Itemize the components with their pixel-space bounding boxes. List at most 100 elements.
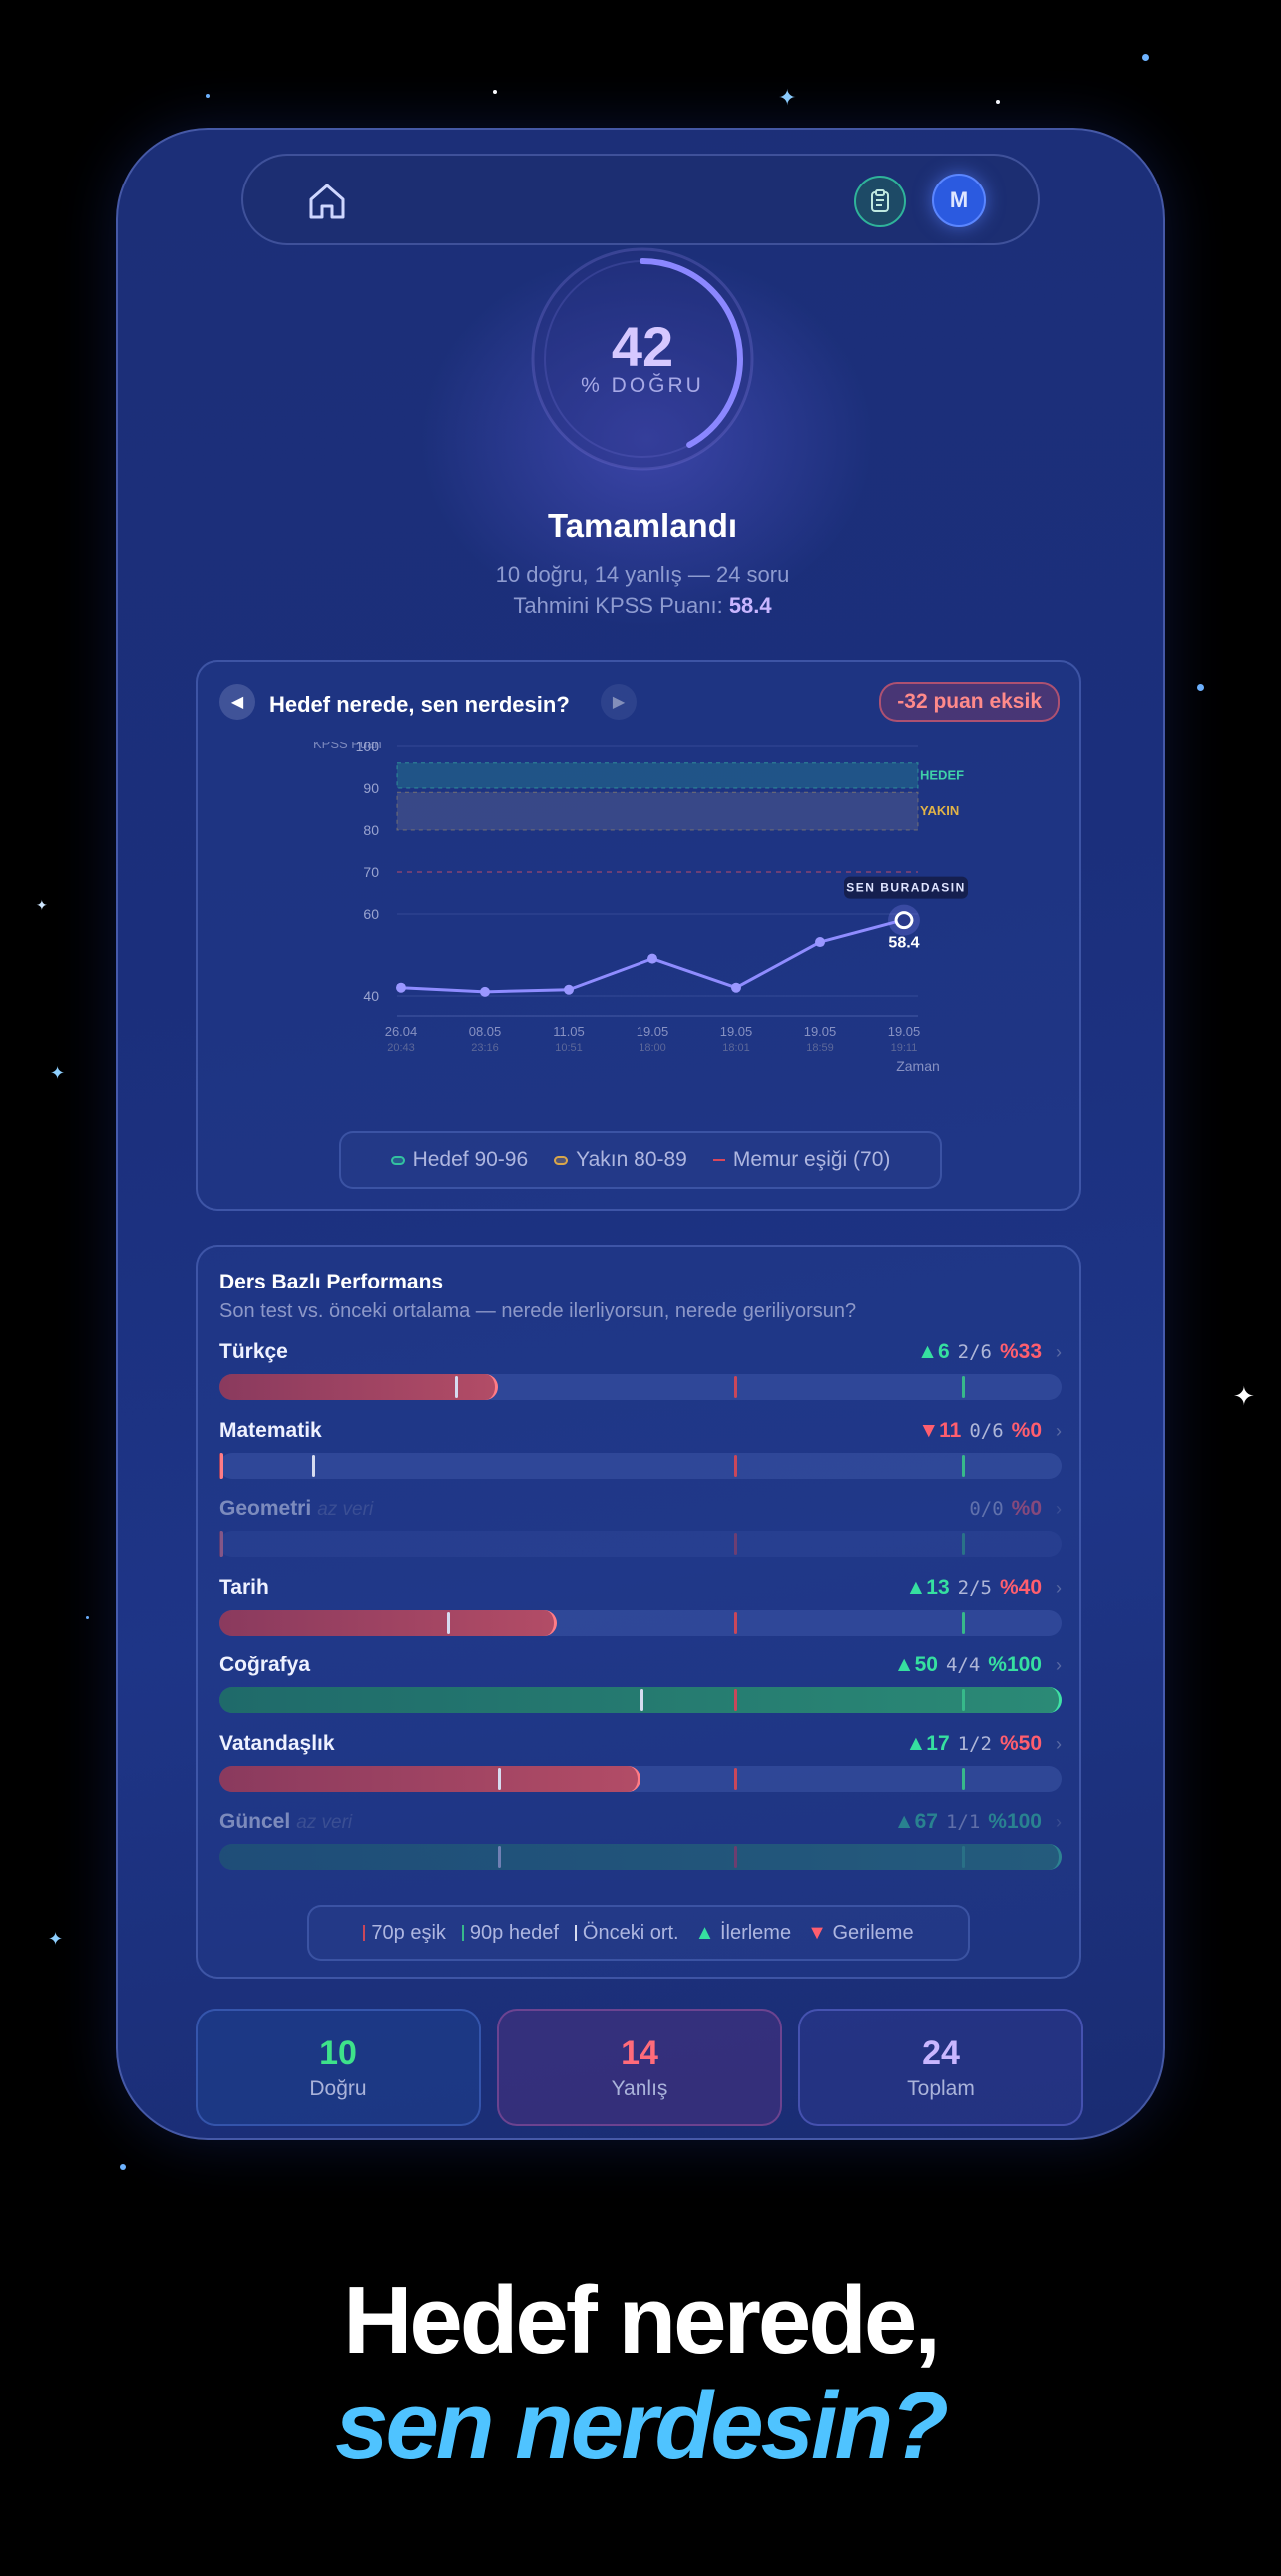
avatar[interactable]: M (932, 174, 986, 227)
subject-stats: ▲67 1/1 %100 › (894, 1810, 1062, 1834)
home-icon[interactable] (303, 178, 351, 225)
subject-progress-fill (219, 1609, 557, 1636)
legend-target-swatch (390, 1155, 405, 1165)
subject-delta: ▲17 (905, 1731, 950, 1755)
status-title: Tamamlandı (547, 507, 738, 544)
x-tick-date: 19.05 (888, 1024, 921, 1039)
y-tick-label: 70 (363, 864, 379, 880)
y-tick-label: 100 (356, 742, 380, 754)
subject-ratio: 0/6 (969, 1419, 1004, 1442)
y-tick-label: 80 (363, 822, 379, 838)
chevron-right-icon: › (1056, 1342, 1062, 1362)
x-tick-date: 08.05 (469, 1024, 502, 1039)
hero-headline: Hedef nerede, (343, 2267, 941, 2374)
subject-row[interactable]: Geometri az veri 0/0 %0 › (219, 1497, 1062, 1567)
low-data-label: az veri (317, 1499, 374, 1520)
subject-name-text: Tarih (219, 1575, 269, 1599)
data-point (647, 953, 657, 964)
score-label: % DOĞRU (581, 374, 704, 397)
subject-stats: ▲50 4/4 %100 › (894, 1654, 1062, 1677)
goal-card-title: Hedef nerede, sen nerdesin? (269, 692, 570, 717)
subject-performance-card: Ders Bazlı Performans Son test vs. öncek… (196, 1245, 1081, 1979)
star: ✦ (778, 86, 797, 111)
legend-near-swatch (554, 1155, 569, 1165)
chevron-right-icon: › (1056, 1733, 1062, 1754)
star (206, 94, 210, 98)
star (996, 100, 1000, 104)
score-value: 42 (611, 315, 674, 378)
clipboard-icon[interactable] (854, 176, 906, 227)
subject-delta: ▼11 (918, 1418, 962, 1442)
target-tick (962, 1454, 965, 1477)
subject-ratio: 4/4 (945, 1655, 981, 1676)
y-tick-label: 60 (363, 906, 379, 921)
target-tick (962, 1611, 965, 1634)
subject-name: Matematik (219, 1419, 322, 1443)
target-tick (962, 1689, 965, 1711)
goal-chart-card: ◀ Hedef nerede, sen nerdesin? ▶ -32 puan… (196, 660, 1081, 1211)
star: ✦ (48, 1929, 64, 1950)
subject-row[interactable]: Türkçe ▲6 2/6 %33 › (219, 1340, 1062, 1410)
subject-row[interactable]: Matematik ▼11 0/6 %0 › (219, 1419, 1062, 1489)
x-tick-time: 18:00 (639, 1042, 666, 1054)
legend-target: Hedef 90-96 (390, 1148, 528, 1172)
star: ✦ (36, 898, 48, 914)
subject-name-text: Güncel (219, 1810, 291, 1833)
subject-name: Coğrafya (219, 1654, 310, 1677)
star: ✦ (1233, 1382, 1255, 1412)
target-mark (461, 1925, 464, 1942)
x-tick-date: 11.05 (553, 1024, 585, 1039)
subject-ratio: 2/5 (957, 1576, 992, 1599)
subject-progress-track (219, 1531, 1062, 1557)
subject-name-text: Vatandaşlık (219, 1731, 335, 1755)
subject-percent: %0 (1011, 1418, 1042, 1442)
next-arrow-icon[interactable]: ▶ (601, 684, 637, 720)
x-tick-time: 20:43 (387, 1042, 415, 1054)
subject-progress-fill (219, 1844, 1062, 1870)
subject-percent: %33 (999, 1340, 1042, 1363)
star (1142, 54, 1149, 61)
performance-legend: 70p eşik 90p hedef Önceki ort. ▲ İlerlem… (307, 1905, 970, 1961)
subject-delta: ▲6 (917, 1340, 950, 1363)
target-band-label: HEDEF (920, 767, 964, 782)
threshold-tick (734, 1533, 737, 1555)
subject-name: Geometri az veri (219, 1497, 373, 1521)
hero-headline-accent: sen nerdesin? (335, 2373, 949, 2479)
total-label: Toplam (907, 2077, 975, 2100)
previous-average-tick (311, 1454, 315, 1477)
chevron-right-icon: › (1056, 1656, 1062, 1675)
legend-target-text: 90p hedef (469, 1921, 559, 1944)
x-tick-time: 18:59 (806, 1042, 834, 1054)
subject-percent: %100 (988, 1810, 1042, 1833)
previous-average-tick (455, 1376, 459, 1398)
legend-prev-item: Önceki ort. (574, 1922, 679, 1945)
subject-stats: ▼11 0/6 %0 › (918, 1419, 1062, 1443)
subject-row[interactable]: Coğrafya ▲50 4/4 %100 › (219, 1654, 1062, 1723)
threshold-mark (363, 1925, 366, 1942)
wrong-label: Yanlış (611, 2077, 668, 2100)
previous-average-tick (497, 1846, 501, 1868)
x-tick-date: 26.04 (385, 1024, 418, 1039)
prev-arrow-icon[interactable]: ◀ (219, 684, 255, 720)
subject-progress-track (219, 1609, 1062, 1636)
subject-name-text: Matematik (219, 1418, 322, 1442)
correct-count: 10 (319, 2034, 357, 2072)
subject-name: Türkçe (219, 1340, 288, 1364)
star (493, 90, 497, 94)
app-frame: M 42 % DOĞRU Tamamlandı 10 doğru, 14 yan… (116, 128, 1165, 2140)
x-tick-date: 19.05 (637, 1024, 669, 1039)
subject-row[interactable]: Tarih ▲13 2/5 %40 › (219, 1576, 1062, 1646)
subject-name-text: Coğrafya (219, 1654, 311, 1676)
missing-points-badge: -32 puan eksik (879, 682, 1060, 722)
subject-name-text: Türkçe (219, 1340, 288, 1363)
performance-subtitle: Son test vs. önceki ortalama — nerede il… (219, 1300, 857, 1322)
subject-row[interactable]: Güncel az veri ▲67 1/1 %100 › (219, 1810, 1062, 1880)
subject-ratio: 2/6 (957, 1341, 992, 1363)
up-triangle-icon: ▲ (694, 1921, 715, 1944)
subject-name: Güncel az veri (219, 1810, 352, 1834)
low-data-label: az veri (296, 1812, 353, 1833)
y-tick-label: 90 (363, 780, 379, 796)
x-axis-label: Zaman (896, 1058, 940, 1074)
near-band-label: YAKIN (920, 803, 959, 818)
subject-row[interactable]: Vatandaşlık ▲17 1/2 %50 › (219, 1732, 1062, 1802)
